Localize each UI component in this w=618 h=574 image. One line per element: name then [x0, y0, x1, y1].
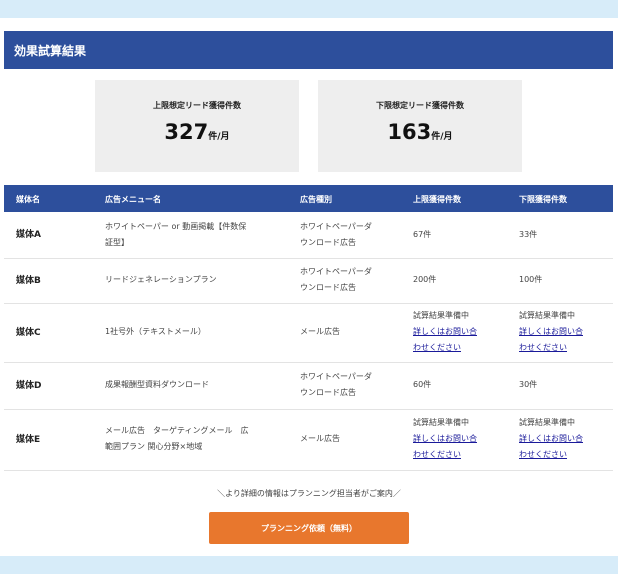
lower-summary-value: 163件/月: [318, 120, 522, 144]
lower-count: 163: [387, 120, 432, 144]
media-name: 媒体D: [16, 381, 42, 391]
menu-name: 成果報酬型資料ダウンロード: [105, 380, 209, 389]
menu-name: リードジェネレーションプラン: [105, 275, 217, 284]
col-menu: 広告メニュー名: [105, 195, 161, 204]
lower-summary-label: 下限想定リード獲得件数: [376, 101, 464, 110]
lower-pending: 試算結果準備中 詳しくはお問い合 わせください: [519, 308, 618, 356]
menu-name: メール広告 ターゲティングメール 広範囲プラン 関心分野×地域: [105, 426, 249, 451]
lower-summary-box: 下限想定リード獲得件数 163件/月: [318, 80, 522, 172]
media-name: 媒体E: [16, 435, 41, 445]
results-card: 効果試算結果 上限想定リード獲得件数 327件/月 下限想定リード獲得件数 16…: [0, 18, 618, 556]
section-title: 効果試算結果: [4, 31, 613, 69]
lower-pending: 試算結果準備中 詳しくはお問い合 わせください: [519, 415, 618, 463]
planning-note: ＼より詳細の情報はプランニング担当者がご案内／: [217, 489, 401, 498]
col-upper: 上限獲得件数: [413, 195, 461, 204]
table-row: 媒体A ホワイトペーパー or 動画掲載【件数保 証型】 ホワイトペーパーダ ウンロ…: [4, 212, 613, 259]
lower-count: 100件: [519, 275, 543, 284]
upper-unit: 件/月: [208, 132, 230, 142]
ad-type: ホワイトペーパーダ ウンロード広告: [300, 372, 372, 397]
media-name: 媒体A: [16, 230, 41, 240]
upper-count: 60件: [413, 380, 432, 389]
upper-count: 327: [164, 120, 209, 144]
col-lower: 下限獲得件数: [519, 195, 567, 204]
table-row: 媒体B リードジェネレーションプラン ホワイトペーパーダ ウンロード広告 200件…: [4, 259, 613, 304]
ad-type: メール広告: [300, 434, 340, 443]
page-background-strip: [0, 556, 618, 574]
contact-link[interactable]: 詳しくはお問い合 わせください: [413, 431, 513, 463]
table-header: 媒体名 広告メニュー名 広告種別 上限獲得件数 下限獲得件数: [4, 185, 613, 212]
upper-count: 200件: [413, 275, 437, 284]
lower-unit: 件/月: [431, 132, 453, 142]
media-name: 媒体C: [16, 328, 41, 338]
contact-link[interactable]: 詳しくはお問い合 わせください: [519, 431, 618, 463]
upper-count: 67件: [413, 230, 432, 239]
upper-summary-label: 上限想定リード獲得件数: [153, 101, 241, 110]
upper-summary-box: 上限想定リード獲得件数 327件/月: [95, 80, 299, 172]
table-row: 媒体E メール広告 ターゲティングメール 広範囲プラン 関心分野×地域 メール広…: [4, 410, 613, 471]
table-row: 媒体C 1社号外（テキストメール） メール広告 試算結果準備中 詳しくはお問い合…: [4, 304, 613, 363]
table-row: 媒体D 成果報酬型資料ダウンロード ホワイトペーパーダ ウンロード広告 60件 3…: [4, 363, 613, 410]
col-media: 媒体名: [16, 195, 40, 204]
media-name: 媒体B: [16, 276, 41, 286]
contact-link[interactable]: 詳しくはお問い合 わせください: [519, 324, 618, 356]
ad-type: メール広告: [300, 327, 340, 336]
ad-type: ホワイトペーパーダ ウンロード広告: [300, 222, 372, 247]
upper-pending: 試算結果準備中 詳しくはお問い合 わせください: [413, 415, 513, 463]
upper-summary-value: 327件/月: [95, 120, 299, 144]
lower-count: 30件: [519, 380, 538, 389]
menu-name: ホワイトペーパー or 動画掲載【件数保 証型】: [105, 222, 247, 247]
ad-type: ホワイトペーパーダ ウンロード広告: [300, 267, 372, 292]
lower-count: 33件: [519, 230, 538, 239]
col-type: 広告種別: [300, 195, 332, 204]
menu-name: 1社号外（テキストメール）: [105, 327, 206, 336]
planning-request-button[interactable]: プランニング依頼（無料）: [209, 512, 409, 544]
upper-pending: 試算結果準備中 詳しくはお問い合 わせください: [413, 308, 513, 356]
contact-link[interactable]: 詳しくはお問い合 わせください: [413, 324, 513, 356]
